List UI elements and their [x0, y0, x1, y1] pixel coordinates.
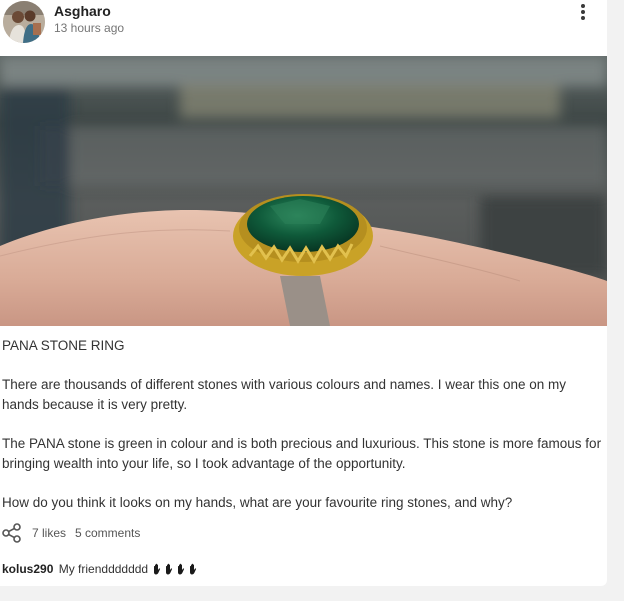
raised-hand-icon [176, 563, 187, 578]
post-paragraph: The PANA stone is green in colour and is… [2, 436, 602, 471]
post-header: Asgharo 13 hours ago [0, 0, 607, 56]
post-paragraph: There are thousands of different stones … [2, 377, 567, 412]
comment-username[interactable]: kolus290 [2, 562, 53, 576]
post-card: Asgharo 13 hours ago PANA STONE RING The… [0, 0, 607, 586]
comments-count[interactable]: 5 comments [75, 526, 140, 540]
author-name[interactable]: Asgharo [54, 3, 111, 19]
post-paragraph: How do you think it looks on my hands, w… [2, 495, 513, 510]
post-body: PANA STONE RING There are thousands of d… [2, 336, 602, 532]
raised-hand-icon [152, 563, 163, 578]
post-actions: 7 likes 5 comments [2, 522, 302, 544]
raised-hand-icon [188, 563, 199, 578]
likes-count[interactable]: 7 likes [32, 526, 66, 540]
avatar[interactable] [3, 1, 45, 43]
post-timestamp: 13 hours ago [54, 21, 125, 35]
comment-preview: kolus290 My frienddddddd [2, 562, 199, 578]
raised-hand-icon [164, 563, 175, 578]
post-image[interactable] [0, 56, 607, 326]
comment-text: My frienddddddd [58, 562, 149, 576]
more-vertical-icon[interactable] [574, 2, 592, 22]
comment-emojis [151, 562, 199, 576]
post-title: PANA STONE RING [2, 338, 125, 353]
share-icon[interactable] [2, 523, 22, 543]
